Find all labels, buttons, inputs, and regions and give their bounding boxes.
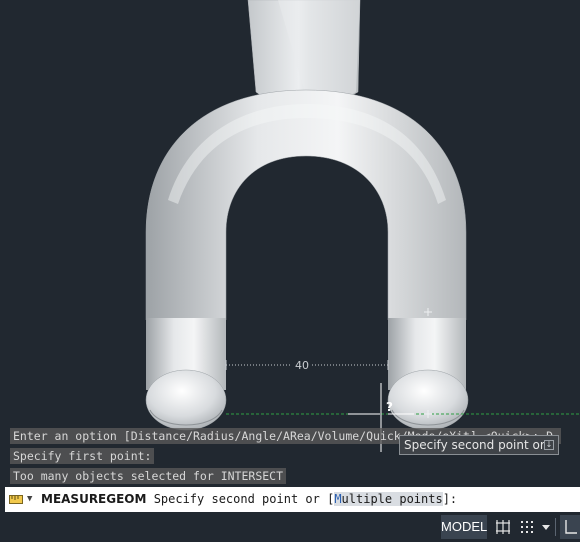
- tooltip-text: Specify second point or: [404, 438, 545, 452]
- ortho-icon[interactable]: [560, 515, 580, 539]
- model-space-button[interactable]: MODEL: [441, 515, 487, 539]
- option-label: ultiple points: [341, 492, 443, 506]
- chevron-down-icon[interactable]: [540, 515, 552, 539]
- prompt-text: Specify second point or [: [153, 492, 335, 506]
- command-history-line: Too many objects selected for INTERSECT: [10, 468, 287, 484]
- command-history-line: Specify first point:: [10, 448, 155, 464]
- option-key: M: [334, 492, 342, 506]
- command-prompt: MEASUREGEOM Specify second point or [Mul…: [41, 487, 457, 512]
- grid-icon[interactable]: [492, 515, 514, 539]
- command-name: MEASUREGEOM: [41, 492, 147, 506]
- down-arrow-icon[interactable]: ↓: [544, 440, 554, 450]
- dynamic-input-tooltip: Specify second point or ↓: [399, 435, 559, 455]
- dimension-preview: 40: [225, 359, 389, 372]
- status-separator: [555, 518, 556, 536]
- measure-tool-icon[interactable]: [9, 495, 23, 504]
- command-line[interactable]: ▼ MEASUREGEOM Specify second point or [M…: [5, 487, 580, 512]
- status-bar: MODEL: [0, 512, 580, 542]
- prompt-end: ]:: [442, 492, 458, 506]
- snap-icon[interactable]: [516, 515, 538, 539]
- dimension-value: 40: [295, 359, 309, 372]
- option-multiple-points[interactable]: Multiple points: [334, 492, 443, 506]
- pickbox-glyph: ?: [386, 400, 393, 414]
- chevron-down-icon[interactable]: ▼: [27, 487, 32, 512]
